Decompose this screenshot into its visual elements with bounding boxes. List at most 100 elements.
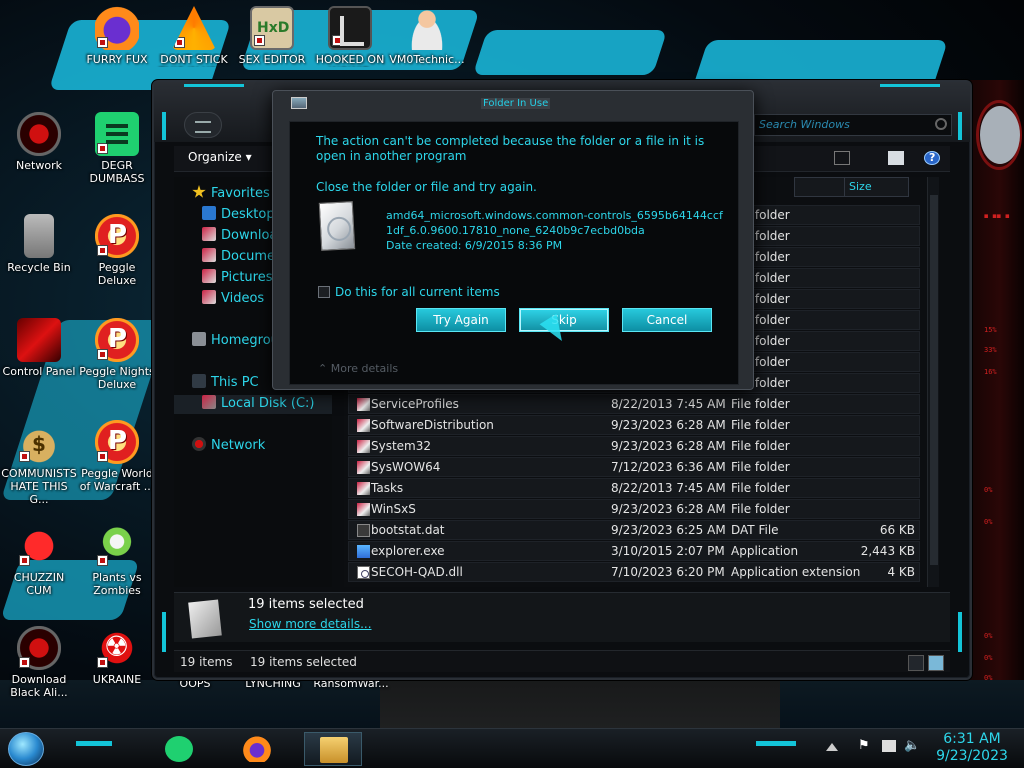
desktop-icon-dont-stick[interactable]: DONT STICK THIS IN YO...	[155, 6, 233, 67]
desktop-icon-label: COMMUNISTS HATE THIS G...	[1, 467, 77, 506]
view-options-icon[interactable]	[834, 151, 850, 165]
row-type: File folder	[731, 460, 790, 474]
doctor-icon	[405, 6, 449, 50]
chuzzle-icon	[17, 524, 61, 568]
desktop-icon-chuzzin[interactable]: CHUZZIN CUM	[0, 524, 78, 597]
application-icon	[357, 545, 370, 558]
nav-local-disk[interactable]: Local Disk (C:)	[174, 395, 332, 414]
cancel-button[interactable]: Cancel	[622, 308, 712, 332]
volume-icon[interactable]: 🔈	[904, 738, 920, 754]
table-row[interactable]: ServiceProfiles 8/22/2013 7:45 AM File f…	[348, 394, 920, 414]
nav-label: Network	[211, 438, 266, 453]
flag-icon[interactable]: ⚑	[858, 738, 874, 754]
green-app-icon	[165, 736, 193, 762]
vertical-scrollbar[interactable]	[927, 177, 939, 587]
search-input[interactable]: Search Windows	[754, 114, 952, 136]
wallpaper-red-panel	[964, 80, 1024, 700]
row-type: Application	[731, 544, 799, 558]
organize-button[interactable]: Organize ▾	[188, 150, 252, 164]
desktop-icon-hooked-on[interactable]: HOOKED ON WOWIE	[311, 6, 389, 67]
details-view-icon[interactable]	[908, 655, 924, 671]
column-size-header[interactable]: Size	[844, 177, 909, 197]
row-name: ServiceProfiles	[371, 397, 459, 411]
desktop-icon-ukraine[interactable]: UKRAINE	[78, 626, 156, 686]
row-type: DAT File	[731, 523, 779, 537]
taskbar-app-file-explorer[interactable]	[304, 732, 362, 766]
folder-in-use-dialog[interactable]: Folder In Use The action can't be comple…	[272, 90, 754, 390]
row-size: 2,443 KB	[860, 544, 915, 558]
desktop-icon-communists[interactable]: COMMUNISTS HATE THIS G...	[0, 420, 78, 506]
row-name: Tasks	[371, 481, 404, 495]
search-icon[interactable]	[935, 118, 947, 130]
folder-icon	[357, 461, 370, 474]
table-row[interactable]: Tasks 8/22/2013 7:45 AM File folder	[348, 478, 920, 498]
money-bag-icon	[17, 420, 61, 464]
recycle-bin-icon	[24, 214, 54, 258]
folder-icon	[357, 482, 370, 495]
taskbar-app-firefox[interactable]	[228, 732, 286, 766]
radiation-icon	[95, 626, 139, 670]
start-button[interactable]	[8, 732, 44, 766]
large-icons-view-icon[interactable]	[928, 655, 944, 671]
nav-label: Favorites	[211, 186, 270, 201]
videos-folder-icon	[202, 290, 216, 304]
desktop-icon-peggle-nights[interactable]: Peggle Nights Deluxe	[78, 318, 156, 391]
table-row[interactable]: SysWOW64 7/12/2023 6:36 AM File folder	[348, 457, 920, 477]
network-tray-icon[interactable]	[882, 740, 896, 752]
status-item-count: 19 items	[180, 655, 233, 669]
apply-to-all-checkbox[interactable]	[318, 286, 330, 298]
try-again-button[interactable]: Try Again	[416, 308, 506, 332]
nav-this-pc[interactable]: This PC	[192, 374, 259, 393]
show-more-details-link[interactable]: Show more details...	[249, 617, 372, 631]
details-pane: 19 items selected Show more details...	[174, 592, 950, 642]
show-hidden-icons-icon[interactable]	[826, 743, 838, 751]
desktop-icon-label: Plants vs Zombies	[92, 571, 142, 597]
row-size: 4 KB	[887, 565, 915, 579]
desktop-icon-furry-fux[interactable]: FURRY FUX	[78, 6, 156, 66]
clock-date[interactable]: 9/23/2023	[930, 748, 1014, 764]
dialog-date-created: Date created: 6/9/2015 8:36 PM	[386, 239, 563, 252]
desktop-icon-vm0technic[interactable]: VM0Technic...	[388, 6, 466, 66]
desktop-icon-degr-dumbass[interactable]: DEGR DUMBASS	[78, 112, 156, 185]
table-row[interactable]: System32 9/23/2023 6:28 AM File folder	[348, 436, 920, 456]
more-details-toggle[interactable]: ⌃ More details	[318, 362, 398, 375]
desktop-icon-sex-editor[interactable]: SEX EDITOR	[233, 6, 311, 66]
table-row[interactable]: SECOH-QAD.dll 7/10/2023 6:20 PM Applicat…	[348, 562, 920, 582]
taskbar-app-green[interactable]	[150, 732, 208, 766]
homegroup-icon	[192, 332, 206, 346]
clock-time[interactable]: 6:31 AM	[930, 731, 1014, 747]
selection-thumbnail-icon	[188, 599, 222, 639]
desktop-icon-label: Peggle Nights Deluxe	[79, 365, 155, 391]
desktop-icon-download-black[interactable]: Download Black Ali...	[0, 626, 78, 699]
desktop-icon-peggle-deluxe[interactable]: Peggle Deluxe	[78, 214, 156, 287]
table-row[interactable]: SoftwareDistribution 9/23/2023 6:28 AM F…	[348, 415, 920, 435]
network-icon	[192, 437, 206, 451]
scrollbar-thumb[interactable]	[930, 195, 938, 565]
help-icon[interactable]	[924, 151, 940, 165]
row-date: 9/23/2023 6:25 AM	[611, 523, 726, 537]
row-date: 7/12/2023 6:36 AM	[611, 460, 726, 474]
table-row[interactable]: explorer.exe 3/10/2015 2:07 PM Applicati…	[348, 541, 920, 561]
green-app-icon	[95, 112, 139, 156]
back-forward-button[interactable]	[184, 112, 222, 138]
row-date: 3/10/2015 2:07 PM	[611, 544, 725, 558]
firefox-icon	[95, 6, 139, 50]
nav-label: Pictures	[221, 270, 273, 285]
documents-folder-icon	[202, 248, 216, 262]
nav-favorites[interactable]: Favorites	[192, 185, 270, 204]
nav-network[interactable]: Network	[192, 437, 265, 456]
desktop-icon-network[interactable]: Network	[0, 112, 78, 172]
desktop-icon-label: CHUZZIN CUM	[13, 571, 65, 597]
apply-to-all-label[interactable]: Do this for all current items	[335, 285, 500, 299]
dialog-body: The action can't be completed because th…	[289, 121, 739, 385]
desktop-icon-pvz[interactable]: Plants vs Zombies	[78, 524, 156, 597]
desktop-icon-control-panel[interactable]: Control Panel	[0, 318, 78, 378]
table-row[interactable]: WinSxS 9/23/2023 6:28 AM File folder	[348, 499, 920, 519]
computer-icon	[192, 374, 206, 388]
nav-label: Desktop	[221, 207, 275, 222]
table-row[interactable]: bootstat.dat 9/23/2023 6:25 AM DAT File …	[348, 520, 920, 540]
desktop-icon-peggle-wow[interactable]: Peggle World of Warcraft ...	[78, 420, 156, 493]
preview-pane-icon[interactable]	[888, 151, 904, 165]
desktop-icon-recycle-bin[interactable]: Recycle Bin	[0, 214, 78, 274]
desktop-icon-label: VM0Technic...	[389, 53, 465, 66]
